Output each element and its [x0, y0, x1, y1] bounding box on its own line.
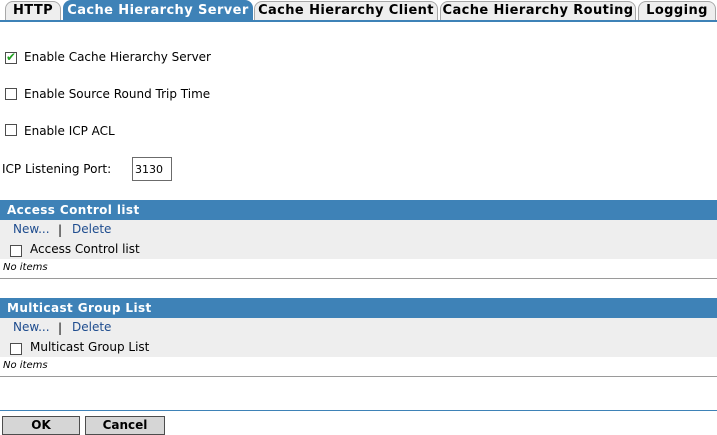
tab-bar-underline: [0, 20, 717, 22]
multicast-section-body: New... | Delete Multicast Group List: [0, 318, 717, 357]
icp-port-label: ICP Listening Port:: [2, 162, 112, 176]
multicast-new-link[interactable]: New...: [13, 320, 50, 334]
acl-empty-text: No items: [3, 262, 48, 273]
multicast-divider: [0, 376, 717, 377]
acl-select-all-checkbox[interactable]: [10, 245, 22, 257]
tab-http[interactable]: HTTP: [5, 1, 61, 20]
acl-separator: |: [58, 223, 63, 237]
cancel-button[interactable]: Cancel: [85, 416, 165, 435]
acl-section-body: New... | Delete Access Control list: [0, 220, 717, 259]
footer-divider: [0, 410, 717, 411]
enable-server-checkbox[interactable]: ✔: [5, 50, 17, 64]
acl-column-label: Access Control list: [30, 242, 140, 256]
multicast-delete-link[interactable]: Delete: [72, 320, 111, 334]
multicast-empty-text: No items: [3, 360, 48, 371]
multicast-column-label: Multicast Group List: [30, 340, 150, 354]
multicast-section-header: Multicast Group List: [0, 298, 717, 318]
tab-bar: HTTP Cache Hierarchy Server Cache Hierar…: [0, 0, 717, 22]
enable-rtt-checkbox[interactable]: [5, 88, 17, 100]
ok-button[interactable]: OK: [2, 416, 80, 435]
multicast-select-all-checkbox[interactable]: [10, 343, 22, 355]
acl-new-link[interactable]: New...: [13, 222, 50, 236]
enable-icp-acl-label: Enable ICP ACL: [24, 124, 115, 138]
acl-section-header: Access Control list: [0, 200, 717, 220]
icp-port-input[interactable]: [132, 157, 172, 181]
enable-rtt-label: Enable Source Round Trip Time: [24, 87, 211, 101]
tab-cache-hierarchy-client[interactable]: Cache Hierarchy Client: [254, 1, 438, 20]
enable-server-label: Enable Cache Hierarchy Server: [24, 50, 211, 64]
tab-cache-hierarchy-routing[interactable]: Cache Hierarchy Routing: [440, 1, 636, 20]
tab-logging[interactable]: Logging: [638, 1, 716, 20]
check-icon: ✔: [6, 50, 17, 64]
multicast-separator: |: [58, 321, 63, 335]
enable-icp-acl-checkbox[interactable]: [5, 124, 17, 136]
tab-cache-hierarchy-server[interactable]: Cache Hierarchy Server: [63, 0, 253, 22]
acl-divider: [0, 278, 717, 279]
acl-delete-link[interactable]: Delete: [72, 222, 111, 236]
